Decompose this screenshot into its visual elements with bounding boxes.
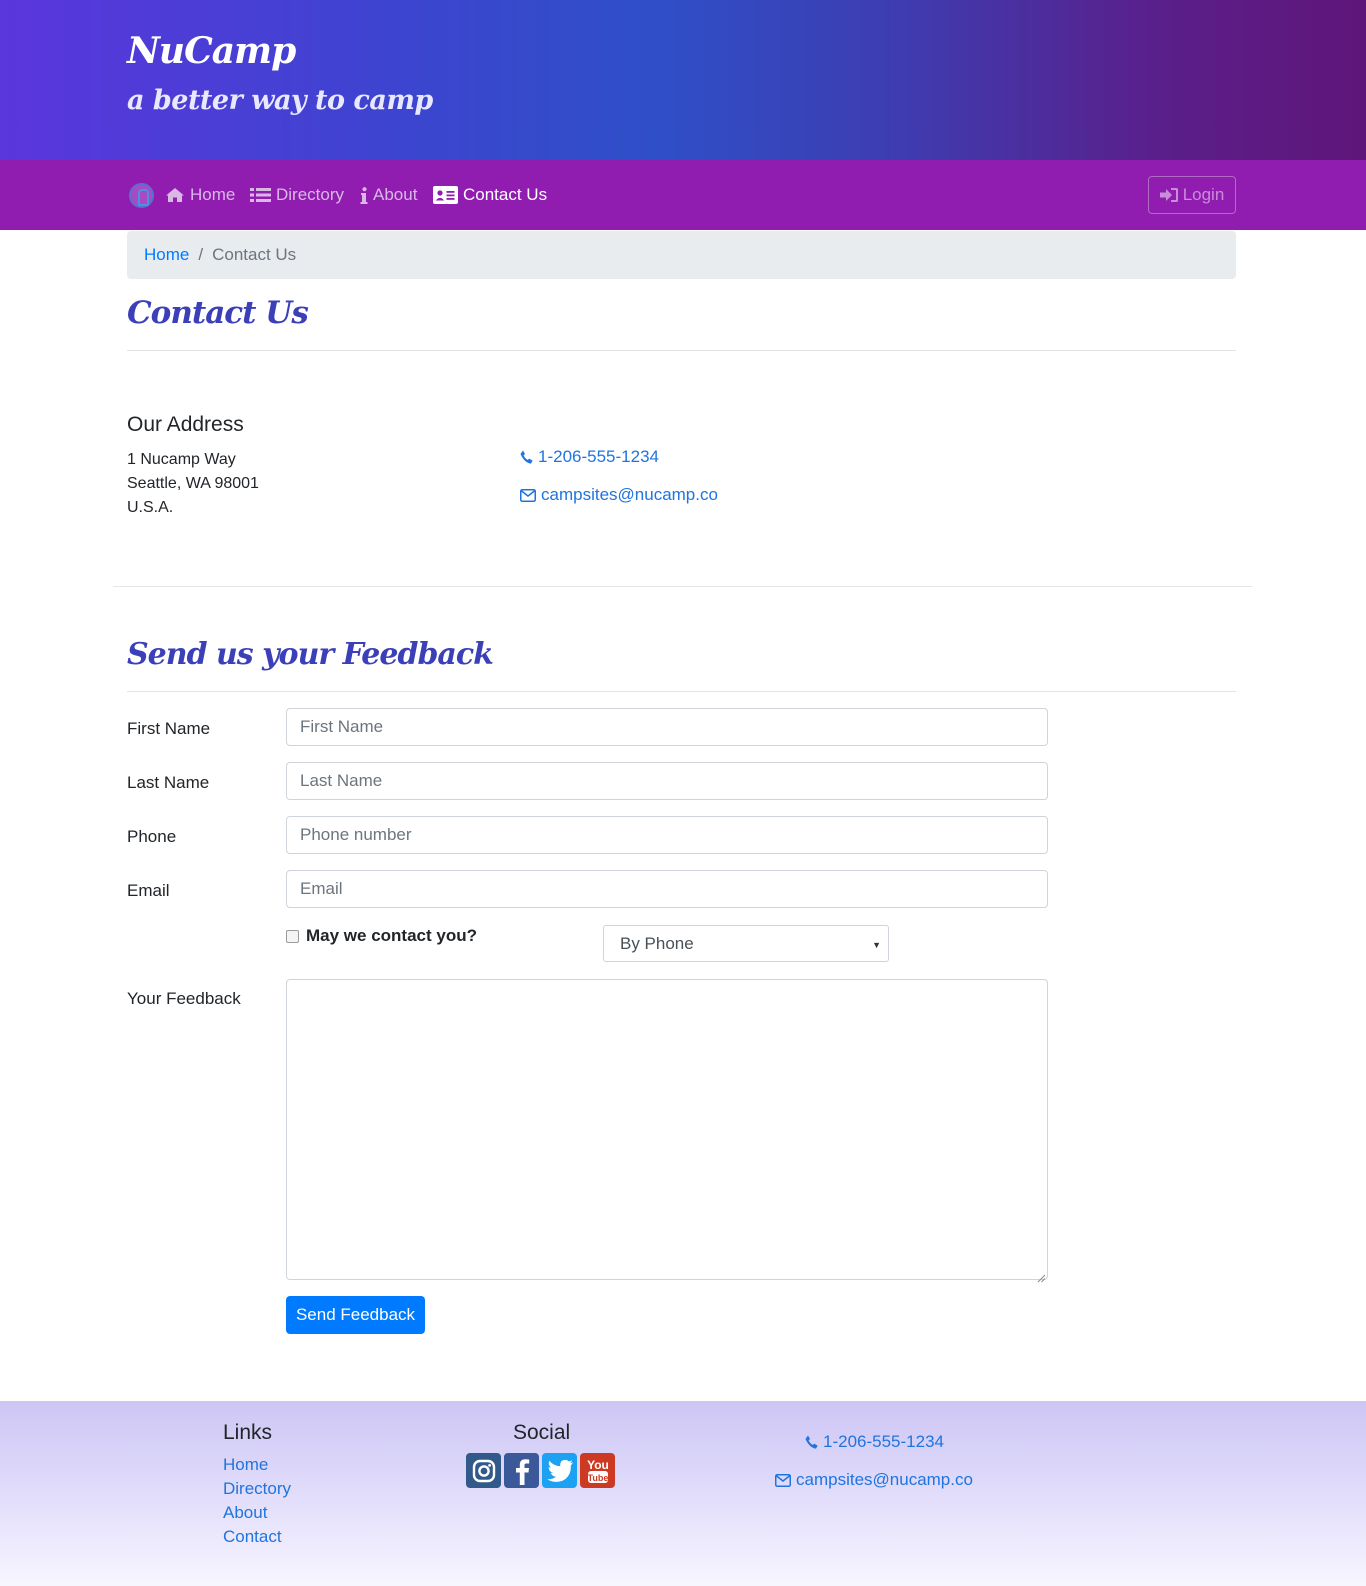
brand-tagline: a better way to camp xyxy=(127,85,433,116)
envelope-icon xyxy=(775,1473,791,1487)
breadcrumb: Home / Contact Us xyxy=(127,231,1236,279)
address-email-link[interactable]: campsites@nucamp.co xyxy=(520,485,718,505)
resize-handle-icon[interactable] xyxy=(1036,1268,1046,1283)
first-name-label: First Name xyxy=(127,719,211,738)
list-icon xyxy=(250,187,271,203)
info-icon xyxy=(360,186,368,204)
phone-label: Phone xyxy=(127,827,177,846)
nav-home-label: Home xyxy=(190,185,236,204)
youtube-icon[interactable]: You Tube xyxy=(580,1453,615,1488)
facebook-icon[interactable] xyxy=(504,1453,539,1488)
footer xyxy=(0,1401,1366,1586)
email-input[interactable] xyxy=(286,870,1048,908)
nav-directory[interactable]: Directory xyxy=(250,184,344,206)
login-button[interactable]: Login xyxy=(1148,176,1236,214)
address-email-text: campsites@nucamp.co xyxy=(541,485,718,504)
breadcrumb-current: Contact Us xyxy=(212,245,297,264)
footer-link-home[interactable]: Home xyxy=(223,1455,268,1475)
footer-link-about[interactable]: About xyxy=(223,1503,267,1523)
send-feedback-button[interactable]: Send Feedback xyxy=(286,1296,425,1334)
nav-about-label: About xyxy=(373,185,418,204)
svg-text:Tube: Tube xyxy=(587,1473,608,1483)
page-title: Contact Us xyxy=(127,295,309,331)
navbar: Home Directory About Contact Us Login xyxy=(0,160,1366,230)
address-card-icon xyxy=(433,186,458,204)
login-label: Login xyxy=(1182,185,1225,204)
address-line: U.S.A. xyxy=(127,499,174,516)
feedback-divider xyxy=(127,691,1236,692)
nav-directory-label: Directory xyxy=(276,185,345,204)
feedback-label: Your Feedback xyxy=(127,989,241,1008)
breadcrumb-home-link[interactable]: Home xyxy=(144,245,189,265)
instagram-icon[interactable] xyxy=(466,1453,501,1488)
svg-text:You: You xyxy=(587,1458,609,1472)
address-line: 1 Nucamp Way xyxy=(127,451,236,468)
feedback-textarea[interactable] xyxy=(286,979,1048,1280)
footer-links-title: Links xyxy=(223,1421,273,1444)
address-phone-text: 1-206-555-1234 xyxy=(538,447,659,466)
last-name-label: Last Name xyxy=(127,773,210,792)
contact-checkbox[interactable] xyxy=(286,930,299,943)
section-divider xyxy=(113,586,1252,587)
contact-checkbox-label[interactable]: May we contact you? xyxy=(306,926,477,946)
chevron-down-icon: ▼ xyxy=(872,940,881,950)
phone-icon xyxy=(805,1435,818,1449)
brand-title: NuCamp xyxy=(127,30,296,72)
first-name-input[interactable] xyxy=(286,708,1048,746)
nav-contact-us-label: Contact Us xyxy=(463,185,548,204)
title-divider xyxy=(127,350,1236,351)
footer-social-title: Social xyxy=(513,1421,571,1444)
contact-method-value: By Phone xyxy=(620,933,694,953)
footer-email-link[interactable]: campsites@nucamp.co xyxy=(775,1470,973,1490)
home-icon xyxy=(165,187,185,203)
contact-method-select[interactable]: By Phone ▼ xyxy=(603,925,889,962)
footer-email-text: campsites@nucamp.co xyxy=(796,1470,973,1489)
twitter-icon[interactable] xyxy=(542,1453,577,1488)
nucamp-logo-icon[interactable] xyxy=(129,183,154,208)
footer-link-directory[interactable]: Directory xyxy=(223,1479,291,1499)
nav-home[interactable]: Home xyxy=(165,184,235,206)
nav-contact-us[interactable]: Contact Us xyxy=(433,184,547,206)
last-name-input[interactable] xyxy=(286,762,1048,800)
footer-link-contact[interactable]: Contact xyxy=(223,1527,282,1547)
email-label: Email xyxy=(127,881,170,900)
phone-input[interactable] xyxy=(286,816,1048,854)
phone-icon xyxy=(520,450,533,464)
footer-phone-text: 1-206-555-1234 xyxy=(823,1432,944,1451)
address-title: Our Address xyxy=(127,413,244,436)
sign-in-icon xyxy=(1159,187,1179,203)
address-line: Seattle, WA 98001 xyxy=(127,475,259,492)
envelope-icon xyxy=(520,488,536,502)
feedback-title: Send us your Feedback xyxy=(127,637,494,672)
address-phone-link[interactable]: 1-206-555-1234 xyxy=(520,447,659,467)
footer-phone-link[interactable]: 1-206-555-1234 xyxy=(805,1432,944,1452)
header-jumbotron: NuCamp a better way to camp xyxy=(0,0,1366,160)
nav-about[interactable]: About xyxy=(360,184,417,206)
breadcrumb-separator: / xyxy=(198,245,204,264)
